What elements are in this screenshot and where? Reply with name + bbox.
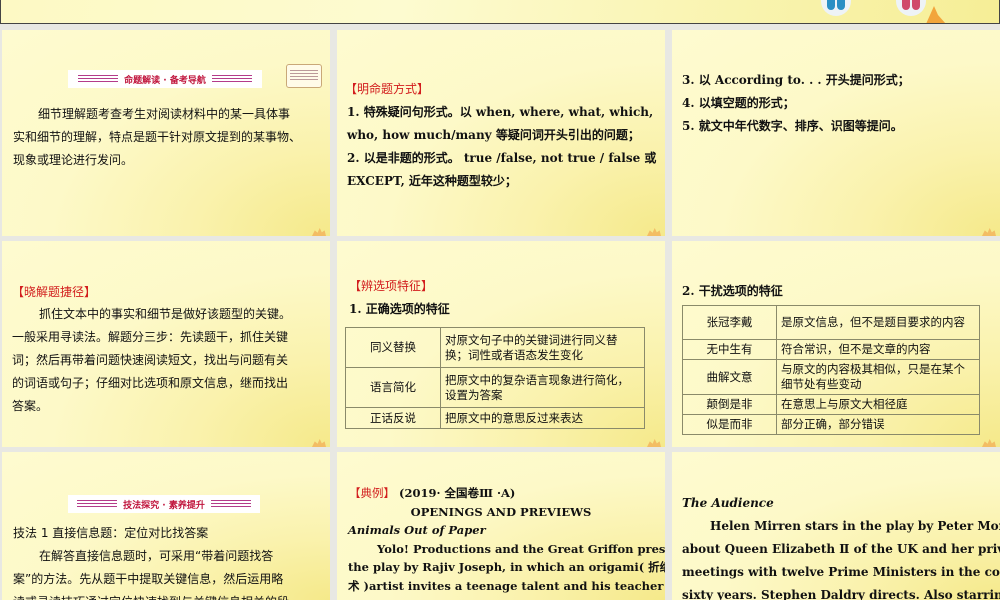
example-source: (2019· 全国卷Ⅲ ·A): [399, 486, 516, 500]
slide-thumbnail-9[interactable]: The Audience Helen Mirren stars in the p…: [672, 452, 1000, 600]
table-cell: 部分正确，部分错误: [776, 414, 980, 435]
section-heading: 技法 1 直接信息题：定位对比找答案: [13, 526, 209, 540]
leaf-icon: [982, 439, 996, 447]
section-heading: 【明命题方式】: [345, 82, 430, 96]
slide-thumbnail-2[interactable]: 【明命题方式】 1. 特殊疑问句形式。以 when, where, what, …: [337, 30, 665, 236]
table-cell: 无中生有: [682, 339, 777, 360]
text-line: 实和细节的理解，特点是题干针对原文提到的某事物、: [13, 130, 302, 144]
leaf-icon: [312, 228, 326, 236]
text-line: 读或寻读技巧通过定位快速找到与关键信息相关的段: [13, 591, 289, 600]
text-line: 术 )artist invites a teenage talent and h…: [348, 579, 665, 593]
slide-thumbnail-5[interactable]: 【辨选项特征】 1. 正确选项的特征 同义替换 对原文句子中的关键词进行同义替换；…: [337, 241, 665, 447]
text-line: 词；然后再带着问题快速阅读短文，找出与问题有关: [12, 353, 289, 367]
slide-thumbnail-7[interactable]: 技法探究 · 素养提升 技法 1 直接信息题：定位对比找答案 在解答直接信息题时…: [2, 452, 330, 600]
previous-slide-thumbnail[interactable]: [0, 0, 1000, 24]
table-cell: 在意思上与原文大相径庭: [776, 394, 980, 415]
table-cell: 同义替换: [345, 327, 441, 368]
text-line: meetings with twelve Prime Ministers in …: [682, 565, 1000, 579]
text-line: sixty years. Stephen Daldry directs. Als…: [682, 588, 1000, 600]
subheading: 1. 正确选项的特征: [349, 302, 450, 316]
correct-option-table: 同义替换 对原文句子中的关键词进行同义替换；词性或者语态发生变化 语言简化 把原文中…: [345, 327, 645, 429]
text-line: 3. 以 According to. . . 开头提问形式；: [682, 73, 910, 87]
text-line: 1. 特殊疑问句形式。以 when, where, what, which,: [347, 105, 654, 119]
table-cell: 颠倒是非: [682, 394, 777, 415]
section-banner: 命题解读 · 备考导航: [68, 70, 262, 88]
leaf-icon: [647, 439, 661, 447]
text-line: 细节理解题考查考生对阅读材料中的某一具体事: [38, 107, 291, 121]
text-line: about Queen Elizabeth Ⅱ of the UK and he…: [682, 542, 1000, 556]
text-line: 2. 以是非题的形式。 true /false, not true / fals…: [347, 151, 657, 165]
table-cell: 正话反说: [345, 407, 441, 429]
text-line: 一般采用寻读法。解题分三步：先读题干，抓住关键: [12, 330, 289, 344]
table-row: 正话反说 把原文中的意思反过来表达: [345, 407, 645, 429]
slide-thumbnail-6[interactable]: 2. 干扰选项的特征 张冠李戴 是原文信息，但不是题目要求的内容 无中生有 符合常识…: [672, 241, 1000, 447]
table-cell: 符合常识，但不是文章的内容: [776, 339, 980, 360]
banner-text: 技法探究 · 素养提升: [123, 500, 205, 511]
table-row: 无中生有 符合常识，但不是文章的内容: [682, 339, 980, 360]
table-row: 张冠李戴 是原文信息，但不是题目要求的内容: [682, 305, 980, 340]
section-heading: 【晓解题捷径】: [12, 285, 97, 299]
leaf-icon: [647, 228, 661, 236]
table-cell: 是原文信息，但不是题目要求的内容: [776, 305, 980, 340]
text-line: 4. 以填空题的形式；: [682, 96, 795, 110]
slide-thumbnail-3[interactable]: 3. 以 According to. . . 开头提问形式； 4. 以填空题的形…: [672, 30, 1000, 236]
passage-subtitle: Animals Out of Paper: [348, 523, 486, 537]
example-tag: 【典例】: [349, 486, 395, 500]
slide-thumbnail-4[interactable]: 【晓解题捷径】 抓住文本中的事实和细节是做好该题型的关键。 一般采用寻读法。解题…: [2, 241, 330, 447]
leaf-icon: [982, 228, 996, 236]
table-cell: 把原文中的意思反过来表达: [440, 407, 645, 429]
passage-title: OPENINGS AND PREVIEWS: [410, 505, 592, 519]
leaf-icon: [312, 439, 326, 447]
table-row: 同义替换 对原文句子中的关键词进行同义替换；词性或者语态发生变化: [345, 327, 645, 368]
text-line: 答案。: [12, 399, 49, 413]
text-line: who, how much/many 等疑问词开头引出的问题；: [347, 128, 640, 142]
table-row: 语言简化 把原文中的复杂语言现象进行简化，设置为答案: [345, 367, 645, 408]
leaf-icon: [926, 6, 946, 23]
text-line: 5. 就文中年代数字、排序、识图等提问。: [682, 119, 903, 133]
table-row: 颠倒是非 在意思上与原文大相径庭: [682, 394, 980, 415]
text-line: EXCEPT, 近年这种题型较少；: [347, 174, 517, 188]
slide-thumbnail-1[interactable]: 命题解读 · 备考导航 细节理解题考查考生对阅读材料中的某一具体事 实和细节的理…: [2, 30, 330, 236]
decoration-icon: [821, 0, 851, 16]
text-line: Helen Mirren stars in the play by Peter …: [710, 519, 1000, 533]
text-line: 案”的方法。先从题干中提取关键信息，然后运用略: [13, 572, 284, 586]
section-heading: 【辨选项特征】: [349, 279, 434, 293]
table-cell: 与原文的内容极其相似，只是在某个细节处有些变动: [776, 359, 980, 395]
table-row: 曲解文意 与原文的内容极其相似，只是在某个细节处有些变动: [682, 359, 980, 395]
table-cell: 张冠李戴: [682, 305, 777, 340]
table-cell: 语言简化: [345, 367, 441, 408]
decoration-icon: [896, 0, 926, 16]
passage-subtitle: The Audience: [682, 496, 774, 510]
note-icon: [286, 64, 322, 88]
table-cell: 曲解文意: [682, 359, 777, 395]
text-line: 的词语或句子；仔细对比选项和原文信息，继而找出: [12, 376, 289, 390]
text-line: the play by Rajiv Joseph, in which an or…: [348, 560, 665, 574]
slide-thumbnail-8[interactable]: 【典例】 (2019· 全国卷Ⅲ ·A) OPENINGS AND PREVIE…: [337, 452, 665, 600]
text-line: 现象或理论进行发问。: [13, 153, 134, 167]
text-line: 在解答直接信息题时，可采用“带着问题找答: [39, 549, 274, 563]
section-banner: 技法探究 · 素养提升: [68, 495, 260, 513]
subheading: 2. 干扰选项的特征: [682, 284, 783, 298]
table-cell: 把原文中的复杂语言现象进行简化，设置为答案: [440, 367, 645, 408]
text-line: Yolo! Productions and the Great Griffon …: [377, 542, 665, 556]
text-line: 抓住文本中的事实和细节是做好该题型的关键。: [39, 307, 292, 321]
table-cell: 对原文句子中的关键词进行同义替换；词性或者语态发生变化: [440, 327, 645, 368]
table-cell: 似是而非: [682, 414, 777, 435]
banner-text: 命题解读 · 备考导航: [124, 75, 206, 86]
table-row: 似是而非 部分正确，部分错误: [682, 414, 980, 435]
distractor-option-table: 张冠李戴 是原文信息，但不是题目要求的内容 无中生有 符合常识，但不是文章的内容 曲…: [682, 305, 980, 435]
